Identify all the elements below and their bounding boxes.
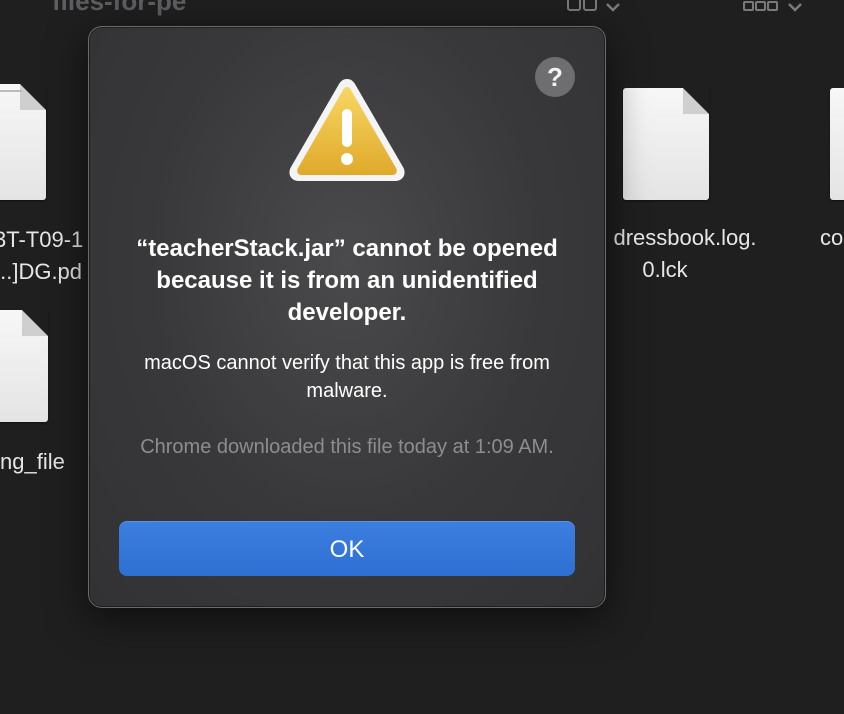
ok-button[interactable]: OK	[119, 521, 575, 576]
document-icon	[623, 88, 709, 200]
dialog-title: “teacherStack.jar” cannot be opened beca…	[136, 235, 558, 326]
document-icon	[830, 88, 844, 200]
file-label: ...]DG.pd	[0, 259, 83, 284]
file-label: co	[820, 225, 844, 250]
desktop-screen: files-for-pe 3T-T09-1 ...]DG.pd ng_file …	[0, 0, 844, 714]
file-label: ng_file	[0, 449, 65, 474]
help-button[interactable]: ?	[535, 57, 575, 97]
chevron-down-icon	[605, 0, 621, 18]
document-icon	[0, 84, 46, 200]
group-view-button[interactable]	[742, 0, 803, 19]
file-label: 3T-T09-1	[0, 227, 84, 252]
security-alert-dialog: ? “teacherStack.jar” cannot be opened be…	[88, 26, 606, 608]
chevron-down-icon	[787, 0, 803, 18]
download-info-text: Chrome downloaded this file today at 1:0…	[140, 436, 554, 458]
file-label: dressbook.log.	[613, 225, 757, 250]
grid-view-button[interactable]	[566, 0, 621, 19]
file-label: 0.lck	[642, 257, 688, 282]
grid-view-icon	[566, 0, 605, 18]
warning-icon	[285, 73, 409, 185]
window-title: files-for-pe	[52, 0, 187, 16]
document-icon	[0, 310, 48, 422]
dialog-message: macOS cannot verify that this app is fre…	[144, 352, 550, 402]
group-view-icon	[742, 0, 787, 18]
